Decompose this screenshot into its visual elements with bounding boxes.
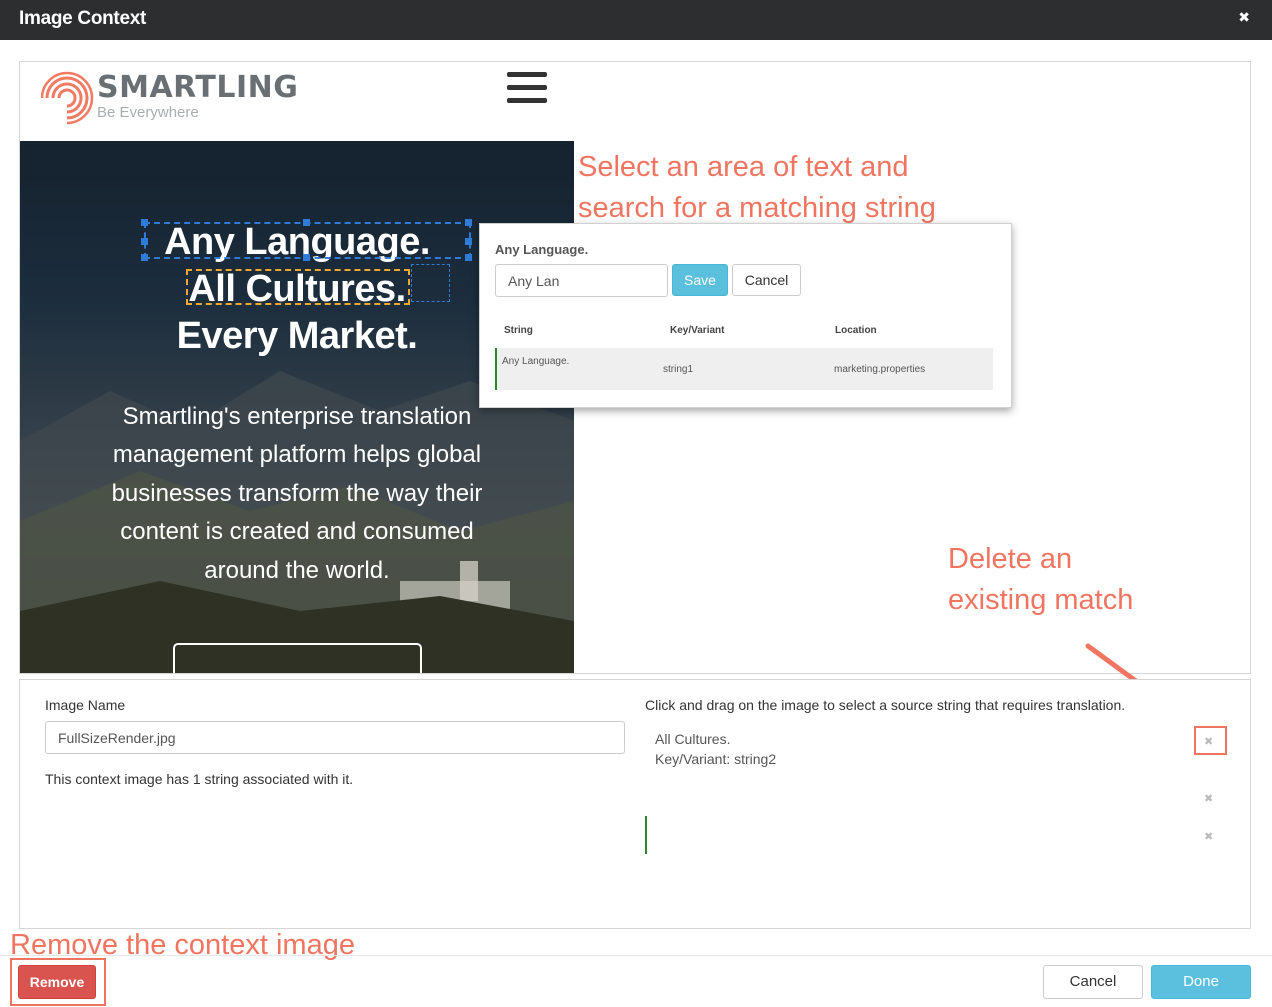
result-string: Any Language. xyxy=(502,356,570,367)
match-indicator-bar xyxy=(645,816,647,854)
logo-wordmark: SMARTLING xyxy=(97,70,299,105)
popup-title: Any Language. xyxy=(495,242,589,257)
result-key: string1 xyxy=(663,364,694,375)
string-count-text: This context image has 1 string associat… xyxy=(45,771,354,787)
search-result-row[interactable]: Any Language. string1 marketing.properti… xyxy=(495,348,993,390)
annotation-delete-match-2: existing match xyxy=(948,584,1134,616)
selection-box-all-cultures[interactable] xyxy=(186,269,410,305)
details-panel xyxy=(19,679,1251,929)
instruction-text: Click and drag on the image to select a … xyxy=(645,697,1126,713)
match-string: All Cultures. xyxy=(655,731,731,747)
delete-match-icon[interactable]: ✖ xyxy=(1204,792,1213,805)
dialog-titlebar: Image Context ✖ xyxy=(0,0,1272,40)
logo-tagline: Be Everywhere xyxy=(97,104,199,121)
annotation-delete-match-1: Delete an xyxy=(948,543,1073,575)
hero-body-line: management platform helps global xyxy=(112,441,482,468)
delete-match-icon[interactable]: ✖ xyxy=(1204,830,1213,843)
selection-handle[interactable] xyxy=(141,254,148,261)
selection-handle[interactable] xyxy=(141,219,148,226)
hero-body-line: content is created and consumed xyxy=(120,518,474,545)
string-search-popup: Any Language. Save Cancel String Key/Var… xyxy=(479,223,1012,408)
remove-button[interactable]: Remove xyxy=(18,965,96,999)
image-name-label: Image Name xyxy=(45,697,126,713)
column-header-location: Location xyxy=(835,325,877,336)
done-button[interactable]: Done xyxy=(1151,965,1251,999)
hero-body-line: businesses transform the way their xyxy=(111,480,483,507)
hero-body-line: around the world. xyxy=(204,557,390,584)
column-header-string: String xyxy=(504,325,533,336)
selection-handle[interactable] xyxy=(303,219,310,226)
result-location: marketing.properties xyxy=(834,364,926,375)
popup-cancel-button[interactable]: Cancel xyxy=(732,264,801,296)
match-key: Key/Variant: string2 xyxy=(655,751,777,767)
string-search-input[interactable] xyxy=(495,264,668,297)
annotation-highlight-box xyxy=(1194,726,1227,755)
hamburger-menu-icon xyxy=(507,72,547,106)
selection-handle[interactable] xyxy=(141,238,148,245)
close-icon[interactable]: ✖ xyxy=(1238,9,1250,26)
selection-handle[interactable] xyxy=(465,254,472,261)
selection-handle[interactable] xyxy=(303,254,310,261)
footer-divider xyxy=(0,955,1272,956)
dialog-title: Image Context xyxy=(19,8,147,29)
selection-handle[interactable] xyxy=(465,238,472,245)
cancel-button[interactable]: Cancel xyxy=(1043,965,1143,999)
annotation-select-text-1: Select an area of text and xyxy=(578,151,909,183)
selection-box-empty[interactable] xyxy=(411,264,450,302)
column-header-key-variant: Key/Variant xyxy=(670,325,725,336)
image-name-input[interactable] xyxy=(45,721,625,754)
selection-handle[interactable] xyxy=(465,219,472,226)
popup-save-button[interactable]: Save xyxy=(672,264,728,296)
hero-cta-button-outline xyxy=(173,643,422,673)
